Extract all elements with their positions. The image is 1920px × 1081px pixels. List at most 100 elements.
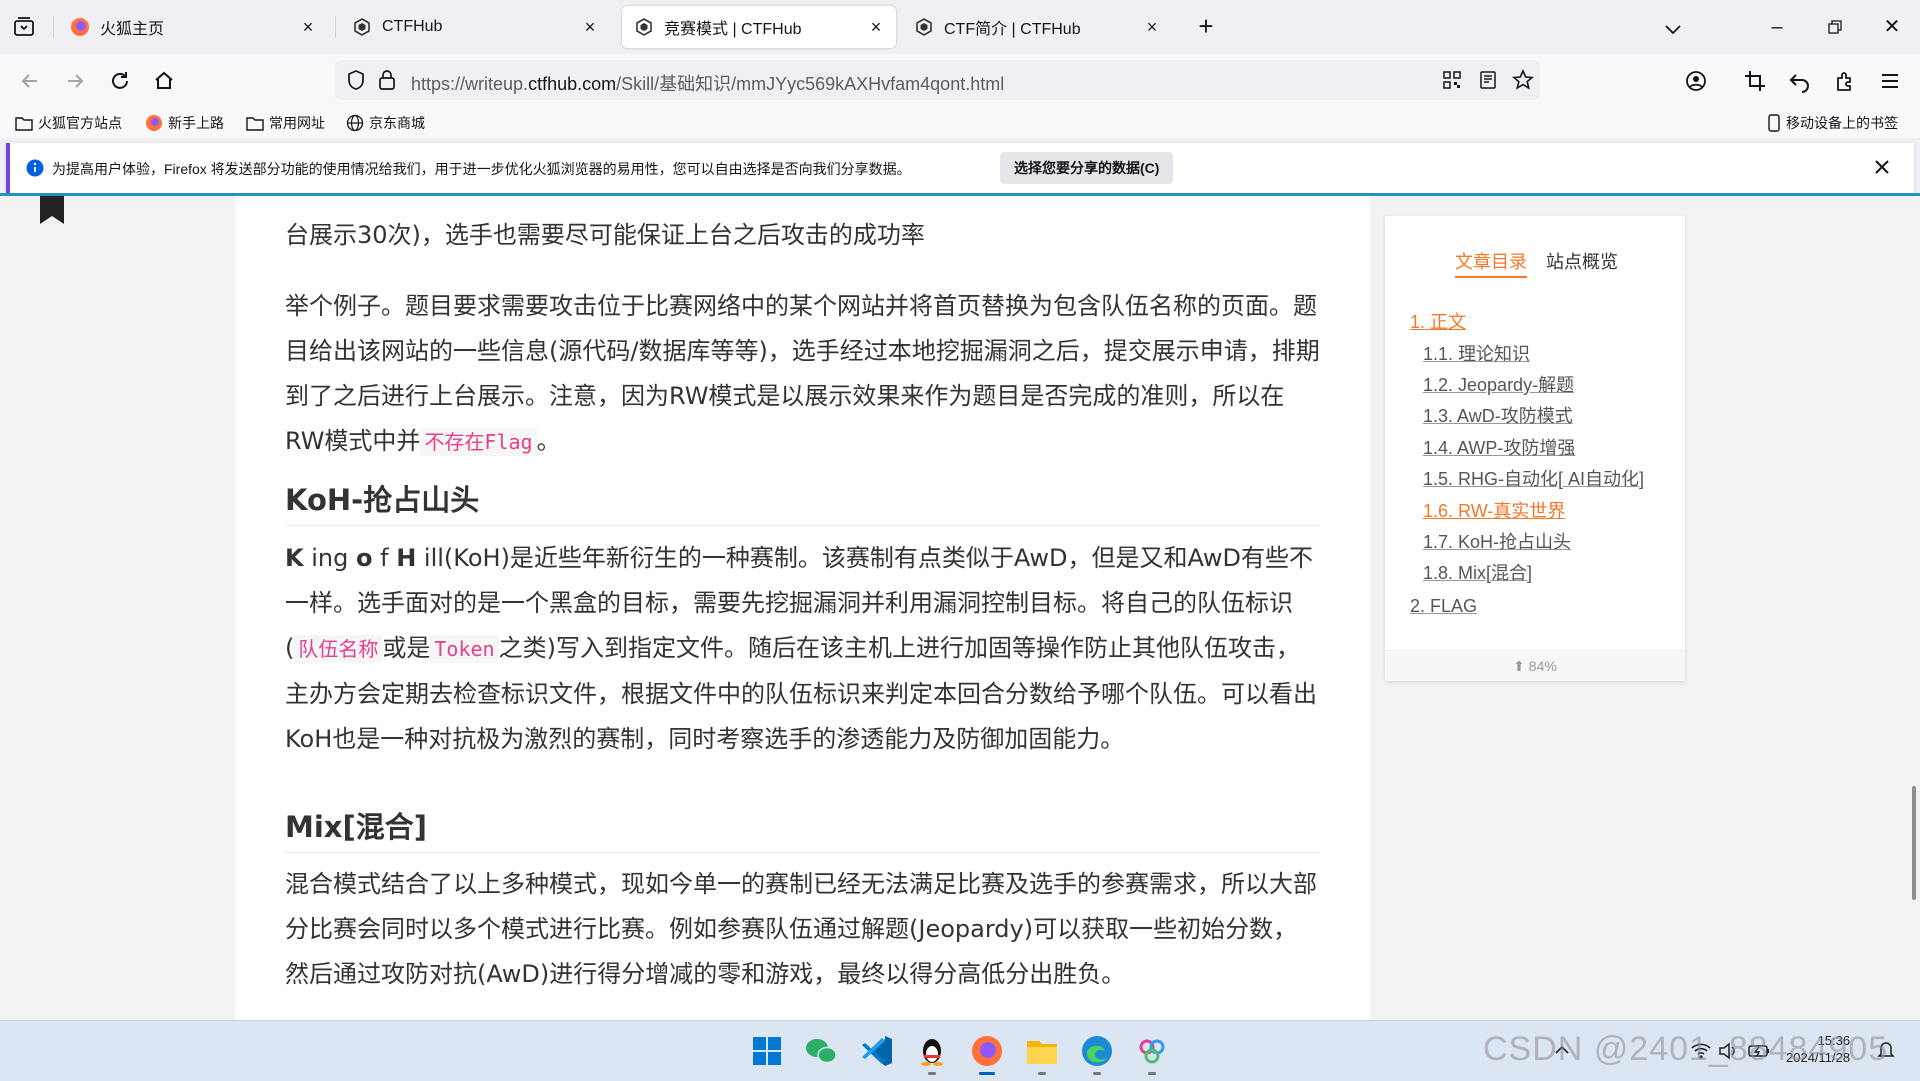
vscode-taskbar-button[interactable] xyxy=(857,1031,897,1071)
url-prefix: https://writeup. xyxy=(411,74,529,94)
tab-ctfhub[interactable]: CTFHub × xyxy=(340,6,610,48)
lock-icon[interactable] xyxy=(377,69,397,91)
text: 或是 xyxy=(382,634,431,662)
bookmark-item[interactable]: 京东商城 xyxy=(346,113,425,133)
toc-item[interactable]: 1.3. AwD-攻防模式 xyxy=(1423,402,1573,428)
toc-item[interactable]: 1.5. RHG-自动化[ AI自动化] xyxy=(1423,465,1644,491)
article-content: 台展示30次)，选手也需要尽可能保证上台之后攻击的成功率 举个例子。题目要求需要… xyxy=(235,196,1370,1020)
firefox-icon xyxy=(71,18,89,36)
toc-item[interactable]: 1.1. 理论知识 xyxy=(1423,340,1530,366)
ctfhub-icon xyxy=(636,18,652,36)
tab-strip: 火狐主页 × CTFHub × 竞赛模式 | CTFHub × CTF简介 | … xyxy=(0,0,1920,54)
list-all-tabs-icon[interactable] xyxy=(1662,18,1684,40)
close-window-button[interactable]: ✕ xyxy=(1872,10,1912,44)
tab-ctf-intro[interactable]: CTF简介 | CTFHub × xyxy=(902,6,1172,48)
running-indicator xyxy=(1093,1072,1101,1075)
restore-button[interactable] xyxy=(1815,10,1855,44)
close-tab-icon[interactable]: × xyxy=(582,18,598,36)
bookmarks-toolbar: 火狐官方站点 新手上路 常用网址 京东商城 移动设备上的书签 xyxy=(0,108,1920,138)
extensions-icon[interactable] xyxy=(1832,68,1858,94)
file-explorer-taskbar-button[interactable] xyxy=(1022,1031,1062,1075)
back-to-top[interactable]: ⬆ 84% xyxy=(1385,650,1685,681)
close-tab-icon[interactable]: × xyxy=(868,18,884,36)
running-indicator xyxy=(928,1072,936,1075)
toc-item[interactable]: 1. 正文 xyxy=(1410,308,1466,334)
minimize-button[interactable]: – xyxy=(1757,10,1797,44)
active-indicator xyxy=(979,1072,995,1075)
bookmark-item[interactable]: 常用网址 xyxy=(246,113,325,133)
qq-penguin-icon xyxy=(921,1039,943,1066)
close-tab-icon[interactable]: × xyxy=(300,18,316,36)
tab-title: 竞赛模式 | CTFHub xyxy=(664,21,802,38)
edge-icon xyxy=(1082,1036,1112,1066)
scroll-progress: 84% xyxy=(1528,658,1557,674)
folder-icon xyxy=(15,117,33,131)
globe-icon xyxy=(346,114,364,132)
tracking-protection-shield-icon[interactable] xyxy=(345,69,367,91)
toc-item[interactable]: 1.7. KoH-抢占山头 xyxy=(1423,528,1571,554)
text: ing xyxy=(303,544,356,572)
wechat-taskbar-button[interactable] xyxy=(801,1031,841,1071)
account-icon[interactable] xyxy=(1683,68,1709,94)
tab-article-toc[interactable]: 文章目录 xyxy=(1455,252,1527,278)
running-indicator xyxy=(1148,1072,1156,1075)
home-icon[interactable] xyxy=(151,68,177,94)
tab-site-overview[interactable]: 站点概览 xyxy=(1546,252,1618,276)
undo-close-tab-icon[interactable] xyxy=(1787,68,1813,94)
choose-data-to-share-button[interactable]: 选择您要分享的数据(C) xyxy=(1000,152,1174,184)
wechat-icon xyxy=(806,1039,837,1064)
forward-icon[interactable] xyxy=(62,68,88,94)
screenshot-icon[interactable] xyxy=(1742,68,1768,94)
reader-view-icon[interactable] xyxy=(1478,70,1498,90)
table-of-contents: 文章目录 站点概览 1. 正文 1.1. 理论知识 1.2. Jeopardy-… xyxy=(1385,216,1685,681)
qq-taskbar-button[interactable] xyxy=(912,1031,952,1075)
tab-list-icon[interactable] xyxy=(12,15,36,39)
scrollbar-thumb[interactable] xyxy=(1912,786,1916,900)
close-tab-icon[interactable]: × xyxy=(1144,18,1160,36)
text: H xyxy=(396,544,417,572)
mobile-device-icon xyxy=(1768,114,1780,132)
url-text[interactable]: https://writeup.ctfhub.com/Skill/基础知识/mm… xyxy=(411,70,1004,96)
ctfhub-icon xyxy=(916,18,932,36)
start-button[interactable] xyxy=(747,1031,787,1071)
new-tab-button[interactable]: + xyxy=(1193,13,1219,41)
ctfhub-icon xyxy=(354,18,370,36)
paragraph: 混合模式结合了以上多种模式，现如今单一的赛制已经无法满足比赛及选手的参赛需求，所… xyxy=(285,870,1317,988)
bookmark-label: 常用网址 xyxy=(269,115,325,131)
back-icon[interactable] xyxy=(17,68,43,94)
toc-item[interactable]: 1.8. Mix[混合] xyxy=(1423,559,1532,585)
url-host: ctfhub.com xyxy=(528,74,617,94)
bookmark-item[interactable]: 新手上路 xyxy=(145,113,224,133)
text: f xyxy=(372,544,397,572)
tab-competition-mode[interactable]: 竞赛模式 | CTFHub × xyxy=(622,6,896,48)
tab-title: CTF简介 | CTFHub xyxy=(944,21,1081,38)
mobile-bookmarks[interactable]: 移动设备上的书签 xyxy=(1767,113,1898,133)
toc-item[interactable]: 1.2. Jeopardy-解题 xyxy=(1423,371,1574,397)
app-taskbar-button[interactable] xyxy=(1132,1031,1172,1075)
text: K xyxy=(285,544,304,572)
inline-code: 不存在Flag xyxy=(420,428,537,456)
toc-item[interactable]: 1.4. AWP-攻防增强 xyxy=(1423,434,1575,460)
telemetry-notification-bar: 为提高用户体验，Firefox 将发送部分功能的使用情况给我们，用于进一步优化火… xyxy=(6,143,1914,193)
toc-item[interactable]: 2. FLAG xyxy=(1410,596,1477,617)
edge-taskbar-button[interactable] xyxy=(1077,1031,1117,1075)
bookmark-ribbon-icon[interactable] xyxy=(38,196,66,226)
address-bar[interactable]: https://writeup.ctfhub.com/Skill/基础知识/mm… xyxy=(335,60,1540,100)
firefox-taskbar-button[interactable] xyxy=(967,1031,1007,1075)
reload-icon[interactable] xyxy=(107,68,133,94)
colorful-app-icon xyxy=(1139,1039,1165,1064)
tab-firefox-home[interactable]: 火狐主页 × xyxy=(58,6,328,48)
menu-icon[interactable] xyxy=(1877,68,1903,94)
qr-code-icon[interactable] xyxy=(1442,70,1462,90)
toc-item[interactable]: 1.6. RW-真实世界 xyxy=(1423,497,1565,523)
bookmark-item[interactable]: 火狐官方站点 xyxy=(15,113,122,133)
folder-icon xyxy=(246,117,264,131)
close-icon[interactable] xyxy=(1870,155,1894,179)
firefox-icon xyxy=(146,115,162,131)
running-indicator xyxy=(1038,1072,1046,1075)
bookmark-star-icon[interactable] xyxy=(1512,69,1534,91)
windows-logo-icon xyxy=(753,1037,781,1065)
heading-koh: KoH-抢占山头 xyxy=(285,477,1320,526)
csdn-watermark: CSDN @2401_88484905 xyxy=(1483,1030,1889,1068)
text: 。 xyxy=(536,427,561,455)
